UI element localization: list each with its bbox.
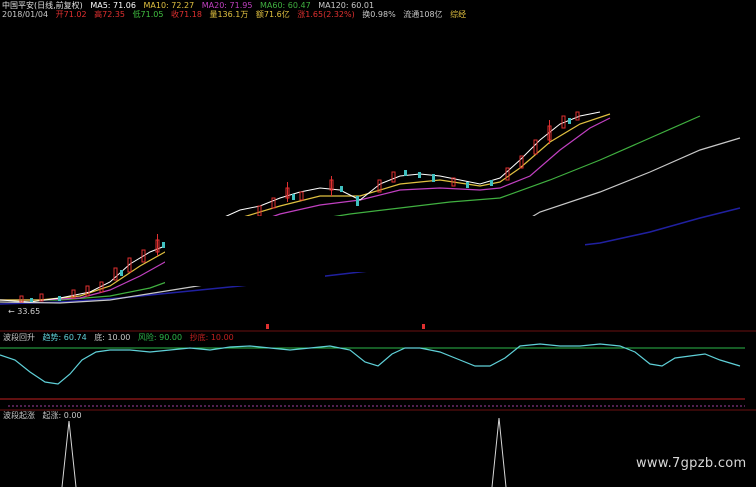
indicator-panel-header: 波段回升 趋势: 60.74 底: 10.00 风险: 90.00 抄底: 10… <box>3 333 239 343</box>
low-value: 底: 10.00 <box>94 333 131 342</box>
signal-marker <box>422 324 425 329</box>
signal-spike <box>61 420 77 487</box>
occlusion-patch <box>165 216 585 272</box>
signal-marker <box>266 324 269 329</box>
signal-value: 起涨: 0.00 <box>42 411 82 420</box>
signal-panel-header: 波段起涨 起涨: 0.00 <box>3 411 87 421</box>
bottom-value: 抄底: 10.00 <box>189 333 234 342</box>
trend-line <box>0 343 741 385</box>
risk-value: 风险: 90.00 <box>137 333 183 342</box>
panel3-name: 波段起涨 <box>3 411 35 420</box>
price-low-marker: ← 33.65 <box>8 307 41 316</box>
trend-value: 趋势: 60.74 <box>42 333 87 342</box>
signal-spike <box>491 417 507 487</box>
kline-chart[interactable] <box>0 0 756 487</box>
occlusion-patch <box>165 272 325 286</box>
watermark-text: www.7gpzb.com <box>636 456 747 471</box>
panel2-name: 波段回升 <box>3 333 35 342</box>
